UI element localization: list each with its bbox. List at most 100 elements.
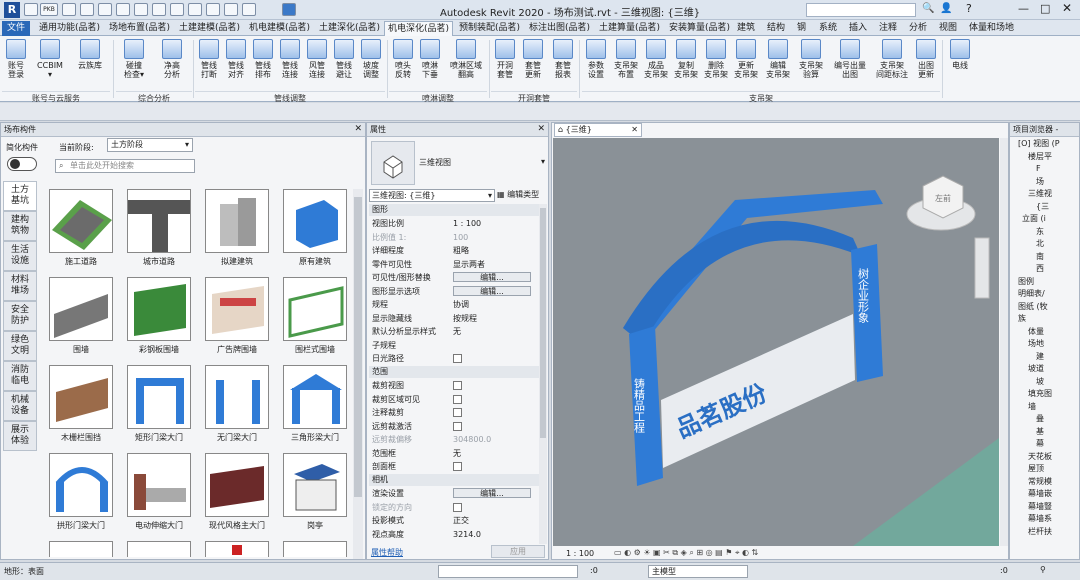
browser-tree-item[interactable]: 坡道	[1028, 364, 1044, 374]
sleeve-update-button[interactable]: 套管 更新	[519, 39, 547, 79]
browser-tree-item[interactable]: 填充图	[1028, 389, 1052, 399]
property-checkbox[interactable]	[453, 381, 462, 390]
wire-button[interactable]: 电线	[946, 39, 974, 70]
print-icon[interactable]	[116, 3, 130, 16]
property-edit-button[interactable]: 编辑...	[453, 285, 531, 296]
tab-structure[interactable]: 结构	[764, 21, 788, 36]
component-card[interactable]: 原有建筑	[283, 189, 347, 267]
login-button[interactable]: 账号 登录	[2, 39, 30, 79]
browser-tree-item[interactable]: 屋顶	[1028, 464, 1044, 474]
browser-tree-item[interactable]: 立面 (i	[1022, 214, 1046, 224]
param-settings-button[interactable]: 参数 设置	[582, 39, 610, 79]
tab-analyze[interactable]: 分析	[906, 21, 930, 36]
browser-tree-item[interactable]: 常规模	[1028, 477, 1052, 487]
browser-tree-item[interactable]: 叠	[1036, 414, 1044, 424]
search-input[interactable]	[806, 3, 916, 17]
section-extents[interactable]: 范围	[369, 366, 539, 378]
library-scrollbar[interactable]	[353, 189, 363, 559]
3d-canvas[interactable]: 左前 品茗股份 铸精品工程 树企业形象	[553, 138, 999, 546]
drawing-update-button[interactable]: 出图 更新	[912, 39, 940, 79]
tab-file[interactable]: 文件	[2, 21, 30, 36]
category-living[interactable]: 生活 设施	[3, 241, 37, 271]
tab-civil-detailing[interactable]: 土建深化(品茗)	[316, 21, 383, 36]
browser-tree-item[interactable]: 墙	[1028, 402, 1036, 412]
browser-tree-item[interactable]: F	[1036, 164, 1041, 174]
section-camera[interactable]: 相机	[369, 474, 539, 486]
browser-tree-item[interactable]: [O] 视图 (P	[1018, 139, 1060, 149]
property-row[interactable]: 锁定的方向	[369, 502, 539, 513]
tab-precast[interactable]: 预制装配(品茗)	[456, 21, 523, 36]
thin-lines-icon[interactable]	[206, 3, 220, 16]
properties-scrollbar[interactable]	[539, 204, 547, 544]
property-row[interactable]: 剖面框	[369, 461, 539, 472]
property-row[interactable]: 注释裁剪	[369, 407, 539, 418]
property-checkbox[interactable]	[453, 354, 462, 363]
instance-selector[interactable]: 三维视图: {三维} ▾	[369, 189, 495, 202]
duct-connect-button[interactable]: 风管 连接	[303, 39, 331, 79]
property-row[interactable]: 远剪裁激活	[369, 421, 539, 432]
tab-annotation-drawing[interactable]: 标注出图(品茗)	[526, 21, 593, 36]
hanger-product-button[interactable]: 成品 支吊架	[640, 39, 672, 79]
property-checkbox[interactable]	[453, 502, 462, 512]
view-scrollbar[interactable]	[1000, 138, 1008, 546]
scroll-thumb[interactable]	[354, 197, 362, 497]
property-value[interactable]: 无	[453, 326, 531, 337]
component-card[interactable]: 城市道路	[127, 189, 191, 267]
sprinkler-flip-button[interactable]: 喷头 反转	[389, 39, 417, 79]
hanger-copy-button[interactable]: 复制 支吊架	[670, 39, 702, 79]
property-row[interactable]: 日光路径	[369, 353, 539, 364]
view-cube[interactable]: 左前	[906, 175, 976, 231]
category-display[interactable]: 展示 体验	[3, 421, 37, 451]
property-row[interactable]: 渲染设置 编辑...	[369, 488, 539, 499]
pipe-connect-button[interactable]: 管线 连接	[276, 39, 304, 79]
property-value[interactable]: 304800.0	[453, 434, 531, 445]
close-icon[interactable]: ✕	[1062, 1, 1072, 15]
navigation-bar[interactable]	[974, 237, 990, 299]
category-safety[interactable]: 安全 防护	[3, 301, 37, 331]
clear-height-button[interactable]: 净高 分析	[158, 39, 186, 79]
tab-massing-site[interactable]: 体量和场地	[966, 21, 1017, 36]
property-row[interactable]: 规程 协调	[369, 299, 539, 310]
measure-icon[interactable]	[134, 3, 148, 16]
property-value[interactable]: 100	[453, 232, 531, 243]
close-hidden-icon[interactable]	[224, 3, 238, 16]
browser-tree-item[interactable]: 基	[1036, 427, 1044, 437]
slope-adjust-button[interactable]: 坡度 调整	[357, 39, 385, 79]
tab-install-quantity[interactable]: 安装算量(品茗)	[666, 21, 733, 36]
browser-tree-item[interactable]: 幕墙嵌	[1028, 489, 1052, 499]
browser-tree-item[interactable]: 明细表/	[1018, 289, 1045, 299]
property-checkbox[interactable]	[453, 421, 462, 431]
component-card[interactable]: 无门梁大门	[205, 365, 269, 443]
chevron-down-icon[interactable]: ▾	[541, 157, 545, 166]
browser-tree-item[interactable]: 图纸 (牧	[1018, 302, 1048, 312]
close-icon[interactable]: ✕	[631, 124, 638, 136]
category-machinery[interactable]: 机械 设备	[3, 391, 37, 421]
component-card[interactable]: 围栏式围墙	[283, 277, 347, 355]
hanger-place-button[interactable]: 支吊架 布置	[610, 39, 642, 79]
help-icon[interactable]: ?	[966, 2, 972, 15]
category-fire-power[interactable]: 消防 临电	[3, 361, 37, 391]
component-card[interactable]: 矩形门梁大门	[127, 365, 191, 443]
property-row[interactable]: 视点高度 3214.0	[369, 529, 539, 540]
property-row[interactable]: 裁剪区域可见	[369, 394, 539, 405]
property-row[interactable]: 详细程度 粗略	[369, 245, 539, 256]
browser-tree-item[interactable]: 建	[1036, 352, 1044, 362]
property-row[interactable]: 零件可见性 显示两者	[369, 259, 539, 270]
browser-tree-item[interactable]: 西	[1036, 264, 1044, 274]
opening-sleeve-button[interactable]: 开洞 套管	[491, 39, 519, 79]
component-card[interactable]: 广告牌围墙	[205, 277, 269, 355]
browser-tree-item[interactable]: 楼层平	[1028, 152, 1052, 162]
pipe-arrange-button[interactable]: 管线 排布	[249, 39, 277, 79]
property-value[interactable]: 按规程	[453, 313, 531, 324]
property-row[interactable]: 比例值 1: 100	[369, 232, 539, 243]
property-value[interactable]: 无	[453, 448, 531, 459]
tab-general[interactable]: 通用功能(品茗)	[36, 21, 103, 36]
property-row[interactable]: 范围框 无	[369, 448, 539, 459]
property-row[interactable]: 裁剪视图	[369, 380, 539, 391]
property-value[interactable]: 3214.0	[453, 529, 531, 540]
pipe-avoid-button[interactable]: 管线 避让	[330, 39, 358, 79]
undo-icon[interactable]	[80, 3, 94, 16]
search-icon[interactable]: 🔍	[922, 3, 934, 14]
component-card[interactable]: 岗亭	[283, 453, 347, 531]
property-value[interactable]: 显示两者	[453, 259, 531, 270]
